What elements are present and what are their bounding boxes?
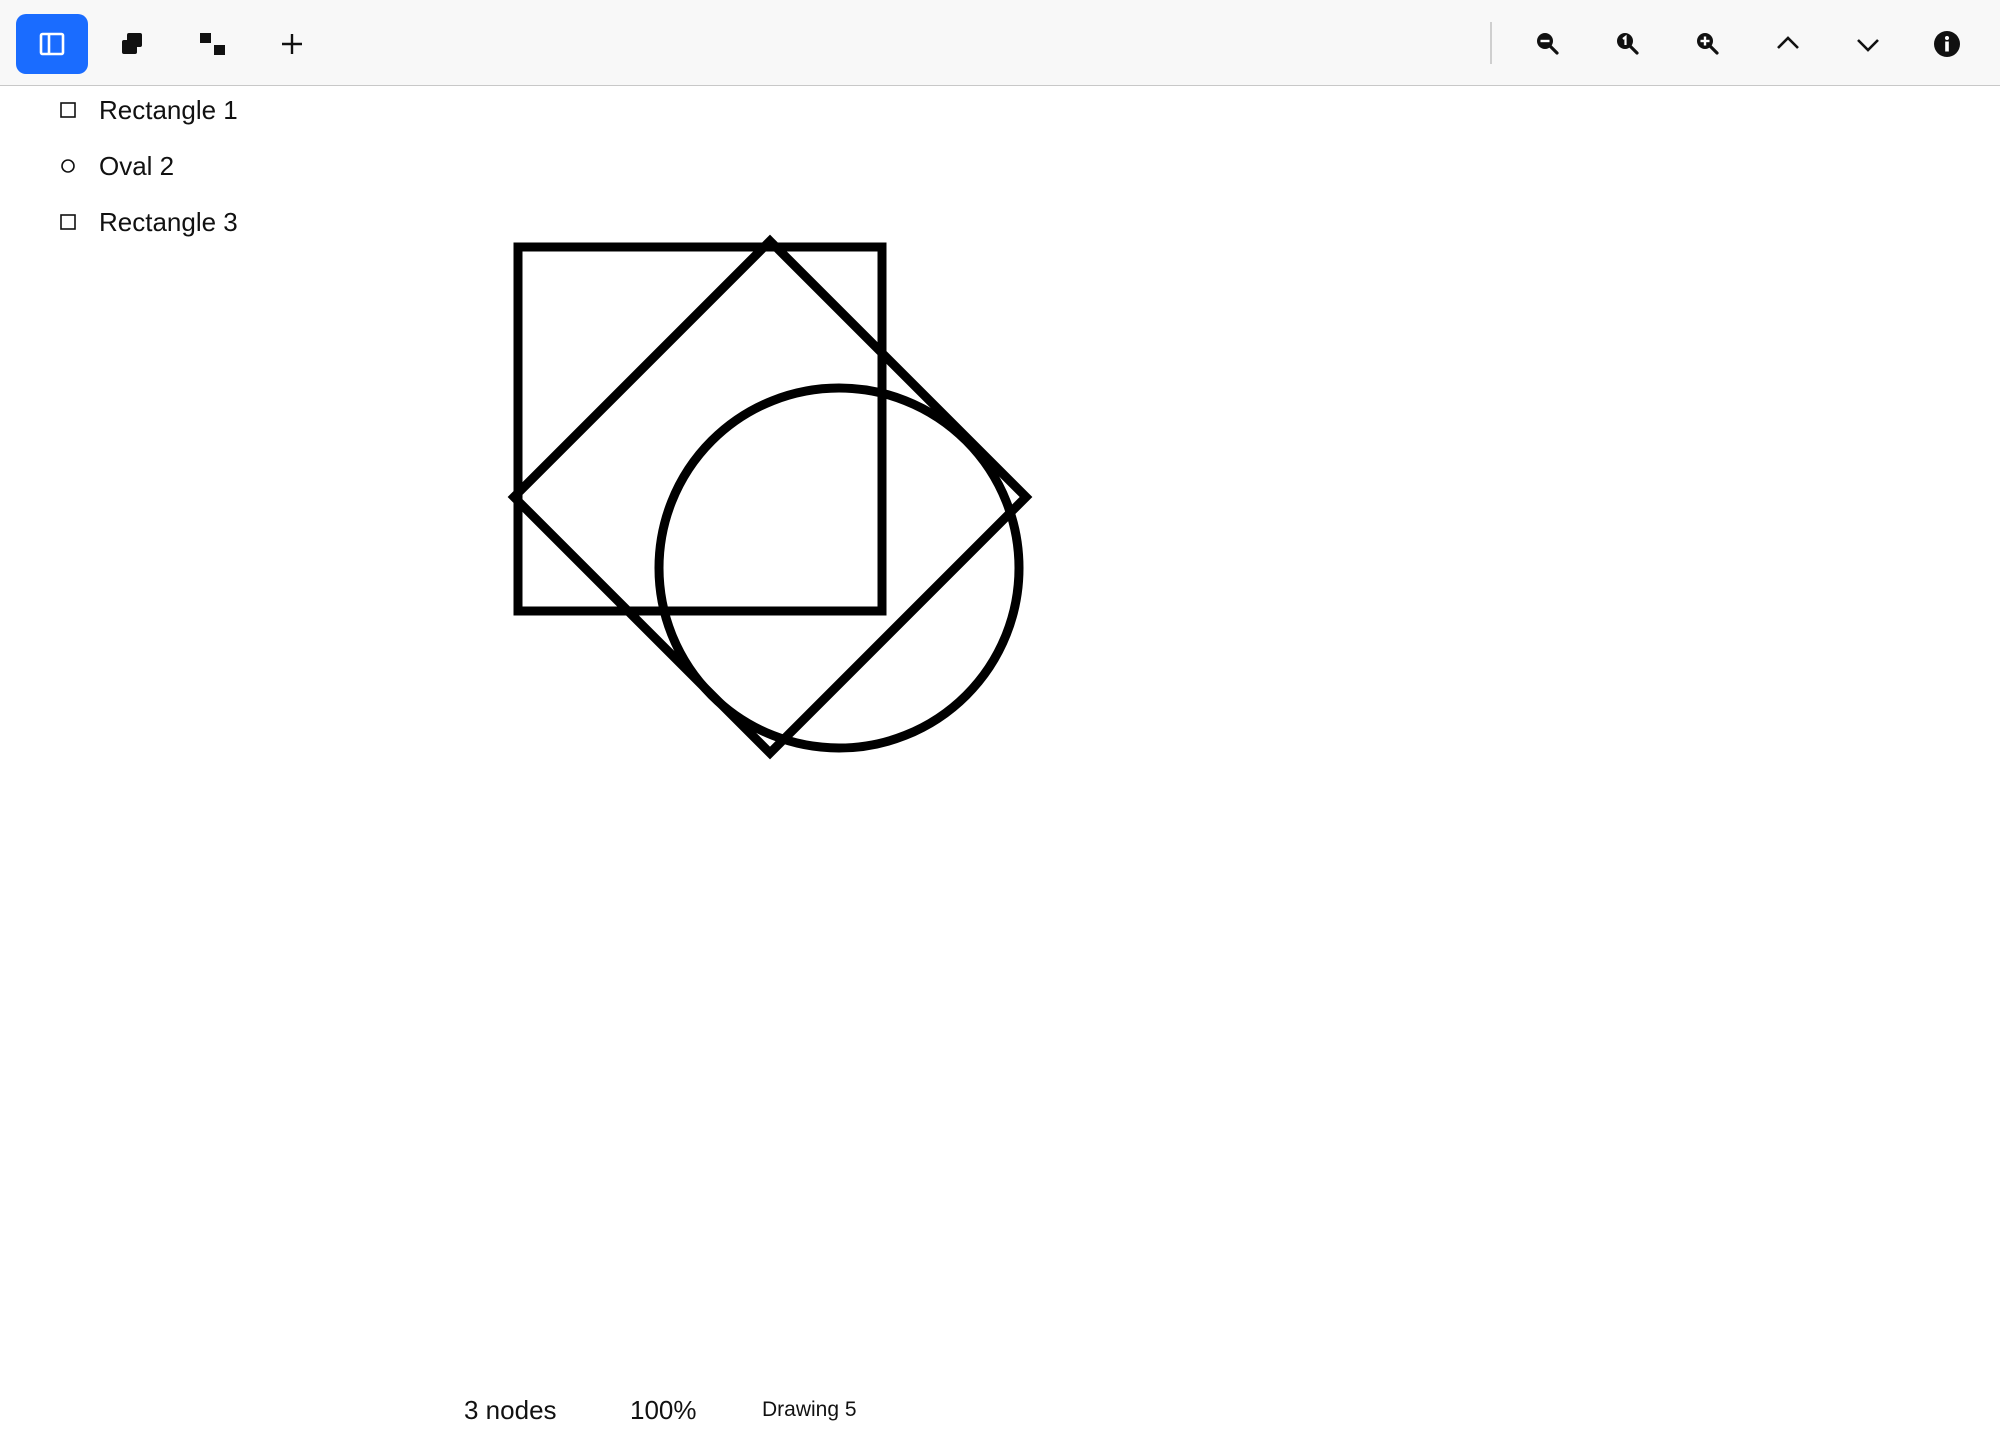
zoom-reset-icon xyxy=(1617,33,1639,55)
ungroup-icon xyxy=(200,33,225,55)
select-previous-button[interactable] xyxy=(1752,14,1824,74)
chevron-down-icon xyxy=(1857,39,1879,52)
zoom-out-button[interactable] xyxy=(1511,14,1583,74)
drawing-canvas[interactable] xyxy=(0,86,2000,1356)
sidebar-panel-icon xyxy=(39,32,65,56)
plus-icon xyxy=(282,34,302,54)
chevron-up-icon xyxy=(1777,36,1799,49)
document-name: Drawing 5 xyxy=(762,1398,857,1421)
toolbar-separator xyxy=(1490,22,1492,64)
zoom-in-button[interactable] xyxy=(1671,14,1743,74)
zoom-reset-button[interactable] xyxy=(1591,14,1663,74)
shape-rectangle-3[interactable] xyxy=(507,234,1033,760)
toggle-sidebar-button[interactable] xyxy=(16,14,88,74)
info-icon xyxy=(1934,31,1960,57)
zoom-out-icon xyxy=(1537,33,1559,55)
zoom-level: 100% xyxy=(630,1395,697,1425)
node-count: 3 nodes xyxy=(464,1395,557,1425)
ungroup-button[interactable] xyxy=(176,14,248,74)
bring-to-front-icon xyxy=(122,33,142,54)
bring-to-front-button[interactable] xyxy=(96,14,168,74)
zoom-in-icon xyxy=(1697,33,1719,55)
info-button[interactable] xyxy=(1911,14,1983,74)
select-next-button[interactable] xyxy=(1832,14,1904,74)
toolbar xyxy=(0,0,2000,86)
add-shape-button[interactable] xyxy=(256,14,328,74)
